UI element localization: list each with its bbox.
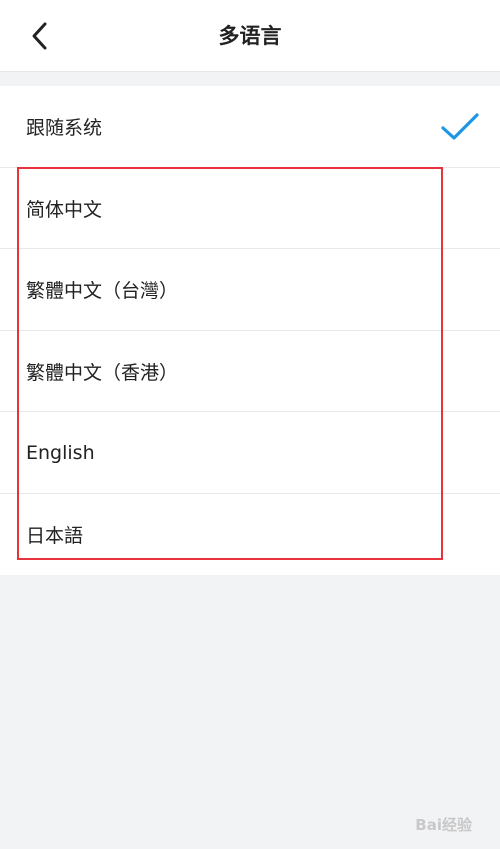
language-item-simplified-chinese[interactable]: 简体中文 (0, 168, 500, 250)
language-settings-screen: 多语言 跟随系统 简体中文 繁體中文（台灣） 繁體中文（香港） English … (0, 0, 500, 849)
language-item-traditional-chinese-taiwan[interactable]: 繁體中文（台灣） (0, 249, 500, 331)
chevron-left-icon (32, 22, 47, 50)
watermark-logo: Bai经验 (415, 816, 472, 834)
language-item-english[interactable]: English (0, 412, 500, 494)
language-item-japanese[interactable]: 日本語 (0, 494, 500, 576)
page-title: 多语言 (218, 24, 282, 48)
language-label: 简体中文 (26, 198, 103, 221)
language-label: 跟随系统 (26, 117, 103, 140)
nav-bar: 多语言 (0, 0, 500, 72)
language-item-follow-system[interactable]: 跟随系统 (0, 86, 500, 168)
checkmark-icon (441, 113, 479, 140)
language-list: 跟随系统 简体中文 繁體中文（台灣） 繁體中文（香港） English 日本語 (0, 86, 500, 575)
language-label: English (26, 441, 95, 464)
language-label: 繁體中文（香港） (26, 361, 179, 384)
language-label: 繁體中文（台灣） (26, 280, 179, 303)
back-button[interactable] (22, 18, 58, 54)
language-item-traditional-chinese-hongkong[interactable]: 繁體中文（香港） (0, 331, 500, 413)
language-label: 日本語 (26, 524, 84, 547)
